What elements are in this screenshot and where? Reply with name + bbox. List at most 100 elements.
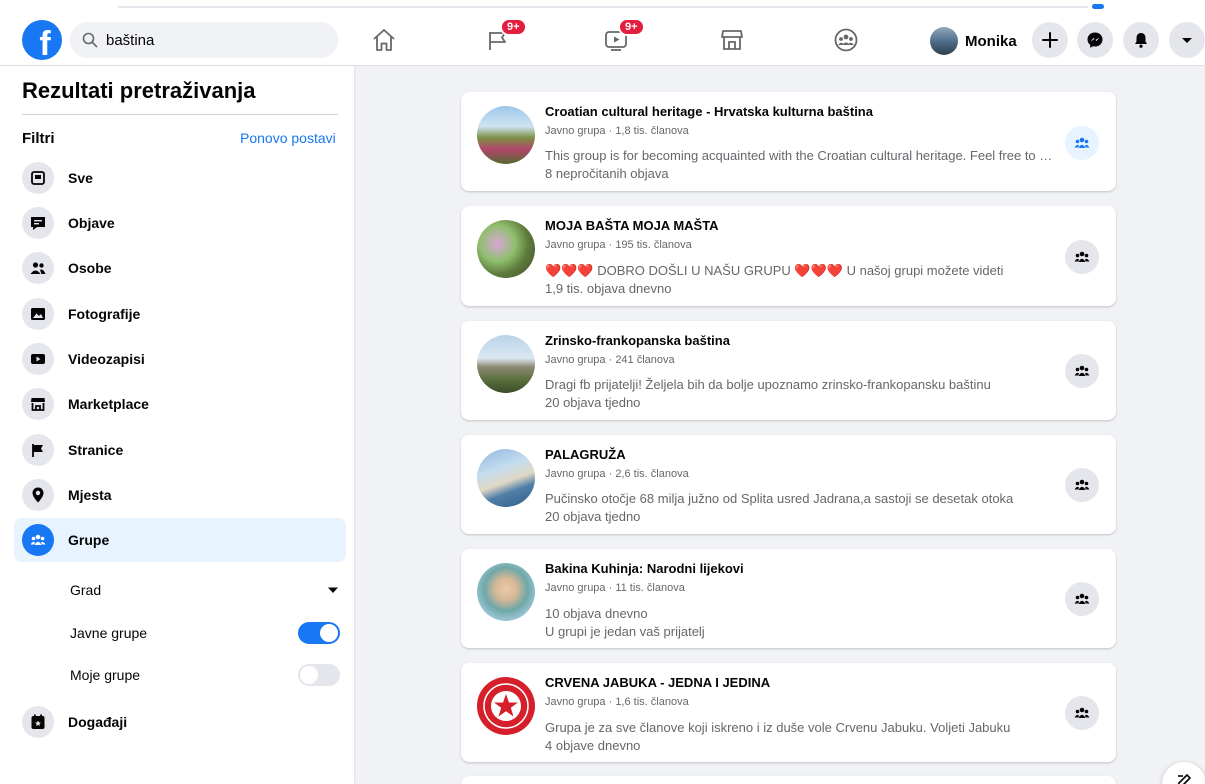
location-pin-icon [22,479,54,511]
sidebar-item-label: Fotografije [68,306,141,322]
search-input[interactable] [106,31,306,49]
home-icon [373,29,395,51]
sidebar-item-label: Objave [68,215,115,231]
group-activity: 8 nepročitanih objava [545,166,669,181]
nav-marketplace[interactable] [712,22,752,58]
group-result-card[interactable]: Croatian cultural heritage - Hrvatska ku… [461,92,1116,191]
group-meta: Javno grupa · 2,6 tis. članova [545,468,689,480]
bell-icon [1135,33,1147,48]
top-edge-line [118,6,1088,8]
groups-icon [1074,137,1090,148]
join-group-button[interactable] [1065,696,1099,730]
sidebar-item-videos[interactable]: Videozapisi [14,337,346,381]
watch-notification-badge: 9+ [618,18,645,36]
facebook-logo-letter: f [39,24,51,63]
photos-icon [22,298,54,330]
group-title[interactable]: Croatian cultural heritage - Hrvatska ku… [545,104,873,119]
notifications-button[interactable] [1123,22,1159,58]
sidebar-item-label: Sve [68,170,93,186]
group-result-card[interactable]: Bakina Kuhinja: Narodni lijekovi Javno g… [461,549,1116,648]
groups-icon [1074,365,1090,376]
search-box[interactable] [70,22,338,58]
account-menu-button[interactable] [1169,22,1205,58]
group-description: This group is for becoming acquainted wi… [545,148,1053,163]
profile-name: Monika [965,32,1017,50]
toggle-knob [300,666,318,684]
nav-home[interactable] [364,22,404,58]
toggle-knob [320,624,338,642]
profile-button[interactable]: Monika [926,24,1025,58]
nav-groups[interactable] [826,22,866,58]
sidebar-item-label: Osobe [68,260,112,276]
group-title[interactable]: MOJA BAŠTA MOJA MAŠTA [545,218,719,233]
sidebar-item-photos[interactable]: Fotografije [14,292,346,336]
filters-label: Filtri [22,130,55,147]
group-activity: 4 objave dnevno [545,738,641,753]
sidebar-item-label: Videozapisi [68,351,145,367]
groups-icon [1074,479,1090,490]
sidebar-item-groups[interactable]: Grupe [14,518,346,562]
groups-icon [1074,707,1090,718]
sidebar-item-events[interactable]: Događaji [14,700,346,744]
all-icon [22,162,54,194]
sidebar-item-label: Stranice [68,442,124,458]
group-description: Pučinsko otočje 68 milja južno od Splita… [545,491,1014,506]
join-group-button[interactable] [1065,354,1099,388]
public-groups-filter: Javne grupe [70,618,340,648]
facebook-logo[interactable]: f [22,20,62,63]
sidebar-item-pages[interactable]: Stranice [14,428,346,472]
sidebar-item-marketplace[interactable]: Marketplace [14,382,346,426]
page-title: Rezultati pretraživanja [22,78,256,103]
join-group-button[interactable] [1065,582,1099,616]
group-meta: Javno grupa · 11 tis. članova [545,582,685,594]
join-group-button[interactable] [1065,240,1099,274]
nav-pages[interactable]: 9+ [478,18,527,58]
group-thumbnail [477,677,535,735]
groups-icon [1074,251,1090,262]
group-title[interactable]: Zrinsko-frankopanska baština [545,333,730,348]
public-groups-toggle[interactable] [298,622,340,644]
sidebar-item-label: Događaji [68,714,128,730]
group-description-line: ❤️❤️❤️ DOBRO DOŠLI U NAŠU GRUPU ❤️❤️❤️ U… [545,263,1053,279]
marketplace-icon [22,388,54,420]
group-result-card[interactable]: Zrinsko-frankopanska baština Javno grupa… [461,321,1116,420]
my-groups-label: Moje grupe [70,667,141,683]
sidebar-item-people[interactable]: Osobe [14,246,346,290]
group-result-card[interactable]: PALAGRUŽA Javno grupa · 2,6 tis. članova… [461,435,1116,534]
sidebar-item-posts[interactable]: Objave [14,201,346,245]
sidebar-item-all[interactable]: Sve [14,156,346,200]
public-groups-label: Javne grupe [70,625,148,641]
join-group-button[interactable] [1065,468,1099,502]
group-result-card[interactable]: CRVENA JABUKA - JEDNA I JEDINA Javno gru… [461,663,1116,762]
sidebar-item-label: Mjesta [68,487,112,503]
search-icon [82,32,98,48]
group-result-card-partial[interactable] [461,776,1116,784]
sidebar-item-places[interactable]: Mjesta [14,473,346,517]
city-filter-dropdown[interactable]: Grad [70,575,340,605]
my-groups-toggle[interactable] [298,664,340,686]
group-result-card[interactable]: MOJA BAŠTA MOJA MAŠTA Javno grupa · 195 … [461,206,1116,306]
city-filter-label: Grad [70,582,102,598]
group-thumbnail [477,563,535,621]
group-title[interactable]: PALAGRUŽA [545,447,626,462]
nav-watch[interactable]: 9+ [596,18,645,58]
joined-group-button[interactable] [1065,126,1099,160]
group-description: Dragi fb prijatelji! Željela bih da bolj… [545,377,991,392]
compose-icon [1177,774,1191,784]
top-edge-indicator [1092,4,1104,9]
group-title[interactable]: Bakina Kuhinja: Narodni lijekovi [545,561,744,576]
group-thumbnail [477,335,535,393]
group-thumbnail [477,449,535,507]
group-title[interactable]: CRVENA JABUKA - JEDNA I JEDINA [545,675,770,690]
new-message-button[interactable] [1162,762,1205,784]
group-description: Grupa je za sve članove koji iskreno i i… [545,720,1011,735]
group-description: U našoj grupi možete videti [846,263,1004,278]
chevron-down-icon [1182,38,1192,43]
group-meta: Javno grupa · 1,8 tis. članova [545,125,689,137]
create-button[interactable] [1032,22,1068,58]
group-meta: Javno grupa · 241 članova [545,354,675,366]
people-icon [22,252,54,284]
reset-filters-link[interactable]: Ponovo postavi [240,130,336,146]
messenger-icon [1087,32,1103,48]
messenger-button[interactable] [1077,22,1113,58]
